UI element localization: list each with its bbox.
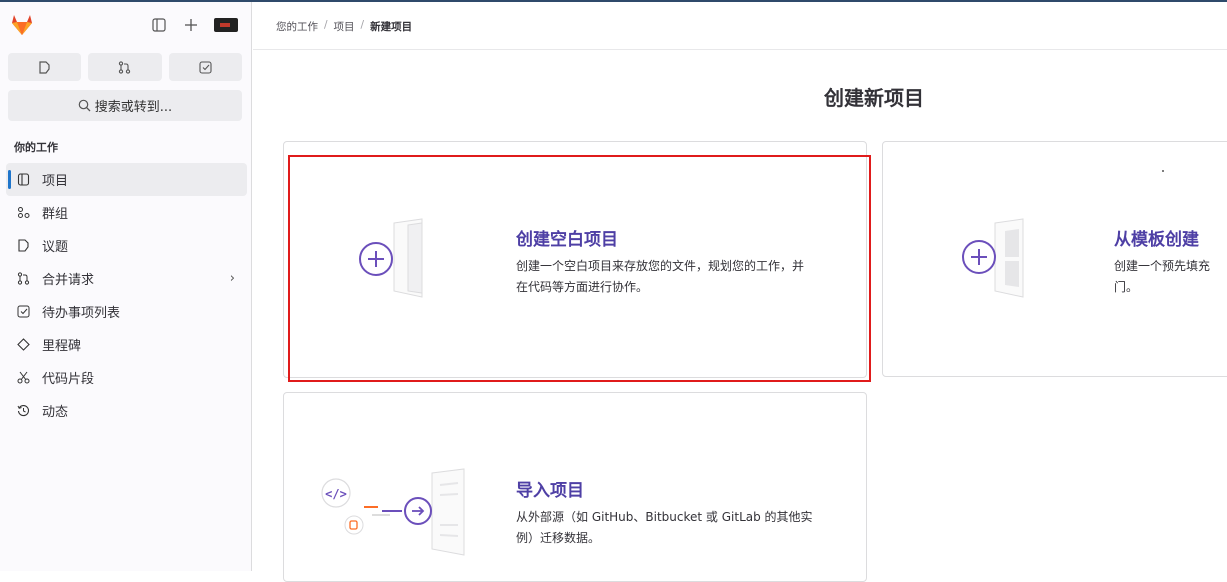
import-project-illustration: </> (321, 468, 465, 556)
sidebar-item-milestones[interactable]: 里程碑 (6, 328, 247, 361)
card-description-line: 从外部源（如 GitHub、Bitbucket 或 GitLab 的其他实 (516, 510, 813, 524)
sidebar-item-label: 里程碑 (42, 339, 82, 354)
sidebar-item-issues[interactable]: 议题 (6, 229, 247, 262)
sidebar-item-label: 动态 (42, 405, 69, 420)
issue-icon (39, 60, 50, 74)
card-description: 创建一个预先填充 门。 (1114, 256, 1227, 298)
merge-requests-button[interactable] (88, 53, 162, 81)
import-project-card[interactable]: </> 导入项目 从外部源（如 GitHub、Bitbucket 或 GitLa… (283, 392, 867, 582)
milestone-icon (16, 338, 30, 352)
breadcrumb-current[interactable]: 新建项目 (370, 19, 412, 34)
activity-icon (16, 404, 30, 418)
breadcrumb-separator: / (360, 19, 365, 31)
template-illustration (962, 218, 1024, 298)
search-input[interactable]: 搜索或转到... (8, 90, 242, 121)
todo-icon (199, 60, 212, 74)
breadcrumb-your-work[interactable]: 您的工作 (276, 19, 318, 34)
project-icon (16, 173, 30, 187)
sidebar-item-label: 群组 (42, 207, 69, 222)
avatar[interactable] (214, 18, 238, 32)
selection-highlight-box (288, 155, 871, 382)
sidebar-item-todo[interactable]: 待办事项列表 (6, 295, 247, 328)
sidebar-item-projects[interactable]: 项目 (6, 163, 247, 196)
sidebar-item-label: 议题 (42, 240, 69, 255)
breadcrumb-separator: / (324, 19, 328, 31)
sidebar-item-label: 合并请求 (42, 273, 95, 288)
todo-button[interactable] (168, 53, 242, 81)
card-title: 导入项目 (516, 481, 584, 501)
sidebar-item-label: 项目 (42, 174, 69, 189)
sidebar-item-snippets[interactable]: 代码片段 (6, 361, 247, 394)
sidebar-item-activity[interactable]: 动态 (6, 394, 247, 427)
sidebar-nav: 项目 群组 议题 合并请求 › 待办事项列表 里程碑 代码片段 动态 (6, 163, 247, 427)
merge-request-icon (16, 272, 30, 286)
group-icon (16, 206, 30, 220)
chevron-right-icon: › (229, 271, 235, 286)
sidebar-item-label: 代码片段 (42, 372, 95, 387)
svg-text:</>: </> (325, 487, 347, 501)
sidebar-item-merge-requests[interactable]: 合并请求 › (6, 262, 247, 295)
todo-icon (16, 305, 30, 319)
header-divider (253, 49, 1227, 50)
page-title: 创建新项目 (824, 86, 924, 110)
collapse-sidebar-icon[interactable] (150, 16, 168, 34)
sidebar-item-label: 待办事项列表 (42, 306, 121, 321)
card-title: 从模板创建 (1114, 230, 1199, 250)
search-icon (78, 99, 91, 112)
decorative-dot (1162, 170, 1164, 172)
issues-button[interactable] (8, 53, 82, 81)
search-label: 搜索或转到... (94, 100, 173, 115)
card-description-line: 创建一个预先填充 (1114, 259, 1211, 273)
sidebar: 搜索或转到... 你的工作 项目 群组 议题 合并请求 › 待办事项列表 里程碑 (0, 2, 252, 571)
snippet-icon (16, 371, 30, 385)
sidebar-section-title: 你的工作 (14, 141, 58, 154)
breadcrumb: 您的工作 / 项目 / 新建项目 (276, 19, 412, 34)
card-description: 从外部源（如 GitHub、Bitbucket 或 GitLab 的其他实 例）… (516, 507, 866, 549)
plus-icon[interactable] (182, 16, 200, 34)
breadcrumb-projects[interactable]: 项目 (334, 19, 355, 34)
issue-icon (16, 239, 30, 253)
card-description-line: 例）迁移数据。 (516, 531, 601, 545)
gitlab-tanuki-icon[interactable] (10, 14, 34, 36)
sidebar-item-groups[interactable]: 群组 (6, 196, 247, 229)
create-from-template-card[interactable]: 从模板创建 创建一个预先填充 门。 (882, 141, 1227, 377)
card-description-line: 门。 (1114, 280, 1139, 294)
merge-request-icon (119, 60, 131, 74)
